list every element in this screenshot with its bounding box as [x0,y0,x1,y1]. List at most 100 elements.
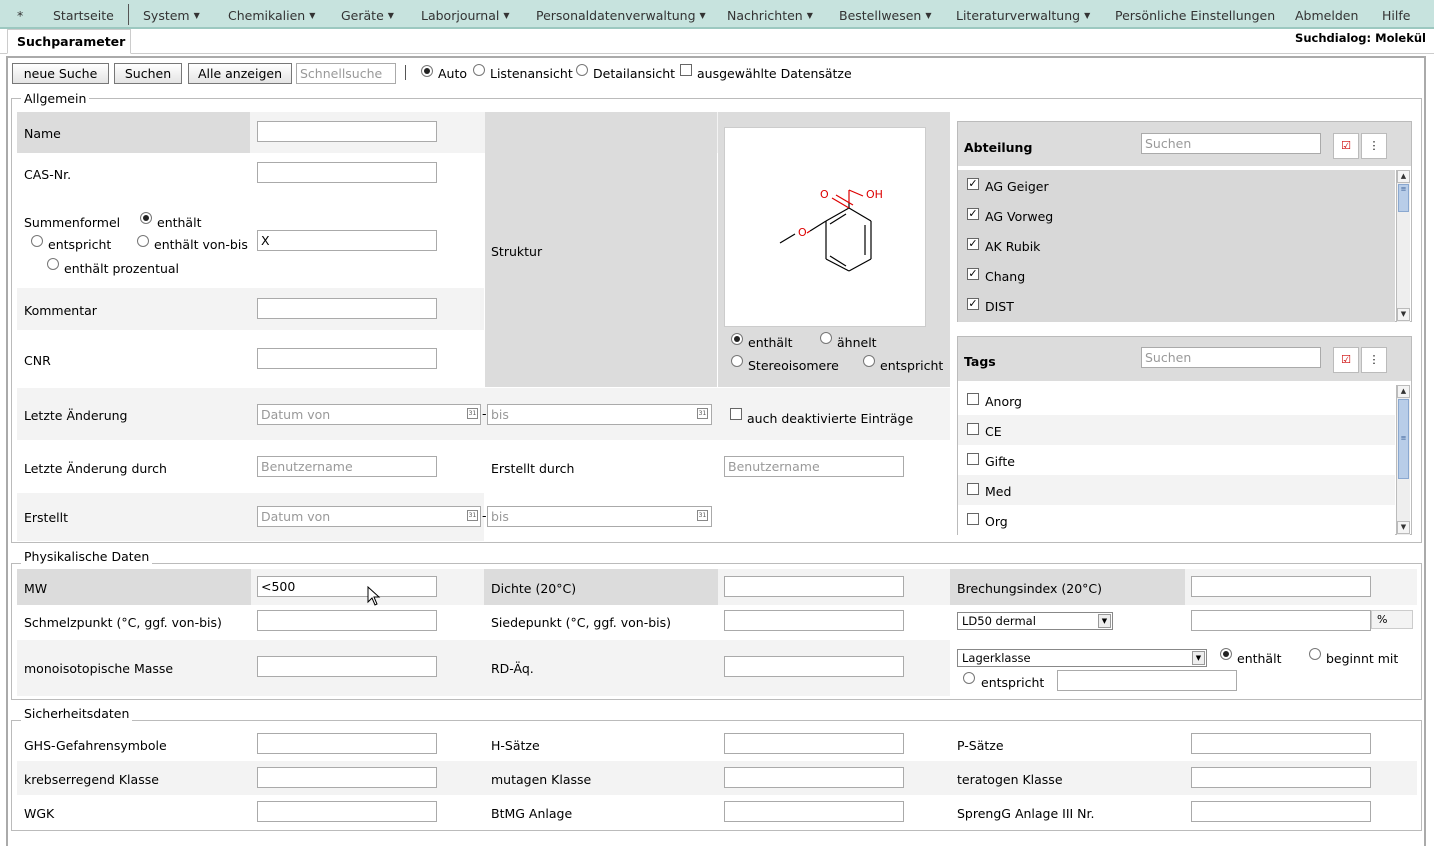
tag-checkbox[interactable] [967,423,979,435]
calendar-icon[interactable]: 31 [467,510,478,521]
tag-checkbox[interactable] [967,513,979,525]
search-button[interactable]: Suchen [114,63,182,84]
view-list-radio[interactable] [473,64,485,76]
tag-checkbox[interactable] [967,483,979,495]
new-search-button[interactable]: neue Suche [12,63,109,84]
storage-contains-radio[interactable] [1220,648,1232,660]
view-auto-radio[interactable] [421,65,433,77]
uncheck-all-icon[interactable]: ⋮ [1361,133,1387,159]
sprengg-input[interactable] [1191,801,1371,822]
structure-editor[interactable]: O OH O [724,127,926,327]
menu-laborjournal[interactable]: Laborjournal ▼ [421,8,510,23]
scroll-thumb[interactable]: ≡ [1398,184,1409,212]
calendar-icon[interactable]: 31 [697,408,708,419]
structure-equals-radio[interactable] [863,355,875,367]
cas-input[interactable] [257,162,437,183]
tag-item[interactable]: Med [958,475,1395,505]
menu-system[interactable]: System ▼ [143,8,200,23]
department-checkbox[interactable]: ✓ [967,208,979,220]
formula-contains-radio[interactable] [140,212,152,224]
formula-equals-radio[interactable] [31,235,43,247]
menu-geraete[interactable]: Geräte ▼ [341,8,394,23]
menu-literaturverwaltung[interactable]: Literaturverwaltung ▼ [956,8,1090,23]
tag-item[interactable]: Org [958,505,1395,535]
tags-search-input[interactable] [1141,347,1321,368]
calendar-icon[interactable]: 31 [467,408,478,419]
wgk-input[interactable] [257,801,437,822]
tag-item[interactable]: Gifte [958,445,1395,475]
ld50-select[interactable]: LD50 dermal ▼ [957,612,1113,630]
department-checkbox[interactable]: ✓ [967,268,979,280]
ld50-input[interactable] [1191,610,1371,631]
menu-persoenliche-einstellungen[interactable]: Persönliche Einstellungen [1115,8,1275,23]
boiling-input[interactable] [724,610,904,631]
comment-input[interactable] [257,298,437,319]
tag-item[interactable]: Anorg [958,385,1395,415]
department-item[interactable]: ✓ AK Rubik [958,230,1395,260]
selected-records-checkbox[interactable] [680,64,692,76]
include-deactivated-checkbox[interactable] [730,408,742,420]
department-item[interactable]: ✓ AG Vorweg [958,200,1395,230]
menu-chemikalien[interactable]: Chemikalien ▼ [228,8,315,23]
created-from-input[interactable] [257,506,481,527]
carcinogenic-input[interactable] [257,767,437,788]
teratogenic-input[interactable] [1191,767,1371,788]
calendar-icon[interactable]: 31 [697,510,708,521]
tags-scrollbar[interactable]: ▲ ≡ ▼ [1396,385,1410,535]
menu-bestellwesen[interactable]: Bestellwesen ▼ [839,8,932,23]
quick-search-input[interactable] [296,63,396,84]
department-item[interactable]: ✓ AG Geiger [958,170,1395,200]
formula-input[interactable] [257,230,437,251]
formula-range-radio[interactable] [137,235,149,247]
p-input[interactable] [1191,733,1371,754]
last-change-to-input[interactable] [487,404,712,425]
scroll-up-icon[interactable]: ▲ [1397,385,1410,398]
department-checkbox[interactable]: ✓ [967,178,979,190]
scroll-down-icon[interactable]: ▼ [1397,521,1410,534]
rd-input[interactable] [724,656,904,677]
menu-hilfe[interactable]: Hilfe [1382,8,1410,23]
formula-percent-radio[interactable] [47,258,59,270]
menu-startseite[interactable]: Startseite [53,8,114,23]
department-search-input[interactable] [1141,133,1321,154]
scroll-up-icon[interactable]: ▲ [1397,170,1410,183]
check-all-icon[interactable]: ☑ [1333,133,1359,159]
name-input[interactable] [257,121,437,142]
tag-checkbox[interactable] [967,453,979,465]
mw-input[interactable] [257,576,437,597]
btmg-input[interactable] [724,801,904,822]
department-checkbox[interactable]: ✓ [967,238,979,250]
h-input[interactable] [724,733,904,754]
menu-nachrichten[interactable]: Nachrichten ▼ [727,8,813,23]
storage-begins-radio[interactable] [1309,648,1321,660]
menu-personaldatenverwaltung[interactable]: Personaldatenverwaltung ▼ [536,8,706,23]
ghs-input[interactable] [257,733,437,754]
menu-abmelden[interactable]: Abmelden [1295,8,1358,23]
department-item[interactable]: ✓ Chang [958,260,1395,290]
department-checkbox[interactable]: ✓ [967,298,979,310]
department-item[interactable]: ✓ DIST [958,290,1395,320]
storage-equals-radio[interactable] [963,672,975,684]
cnr-input[interactable] [257,348,437,369]
structure-contains-radio[interactable] [731,333,743,345]
scroll-thumb[interactable]: ≡ [1398,399,1409,479]
check-all-icon[interactable]: ☑ [1333,347,1359,373]
tab-suchparameter[interactable]: Suchparameter [7,29,131,54]
melting-input[interactable] [257,610,437,631]
structure-stereo-radio[interactable] [731,355,743,367]
tag-checkbox[interactable] [967,393,979,405]
scroll-down-icon[interactable]: ▼ [1397,308,1410,321]
created-by-input[interactable] [724,456,904,477]
tag-item[interactable]: CE [958,415,1395,445]
last-change-from-input[interactable] [257,404,481,425]
mutagenic-input[interactable] [724,767,904,788]
menu-star[interactable]: * [17,8,23,23]
view-detail-radio[interactable] [576,64,588,76]
last-change-by-input[interactable] [257,456,437,477]
storage-select[interactable]: Lagerklasse ▼ [957,649,1207,667]
created-to-input[interactable] [487,506,712,527]
department-scrollbar[interactable]: ▲ ≡ ▼ [1396,170,1410,322]
storage-input[interactable] [1057,670,1237,691]
show-all-button[interactable]: Alle anzeigen [188,63,292,84]
refractive-input[interactable] [1191,576,1371,597]
